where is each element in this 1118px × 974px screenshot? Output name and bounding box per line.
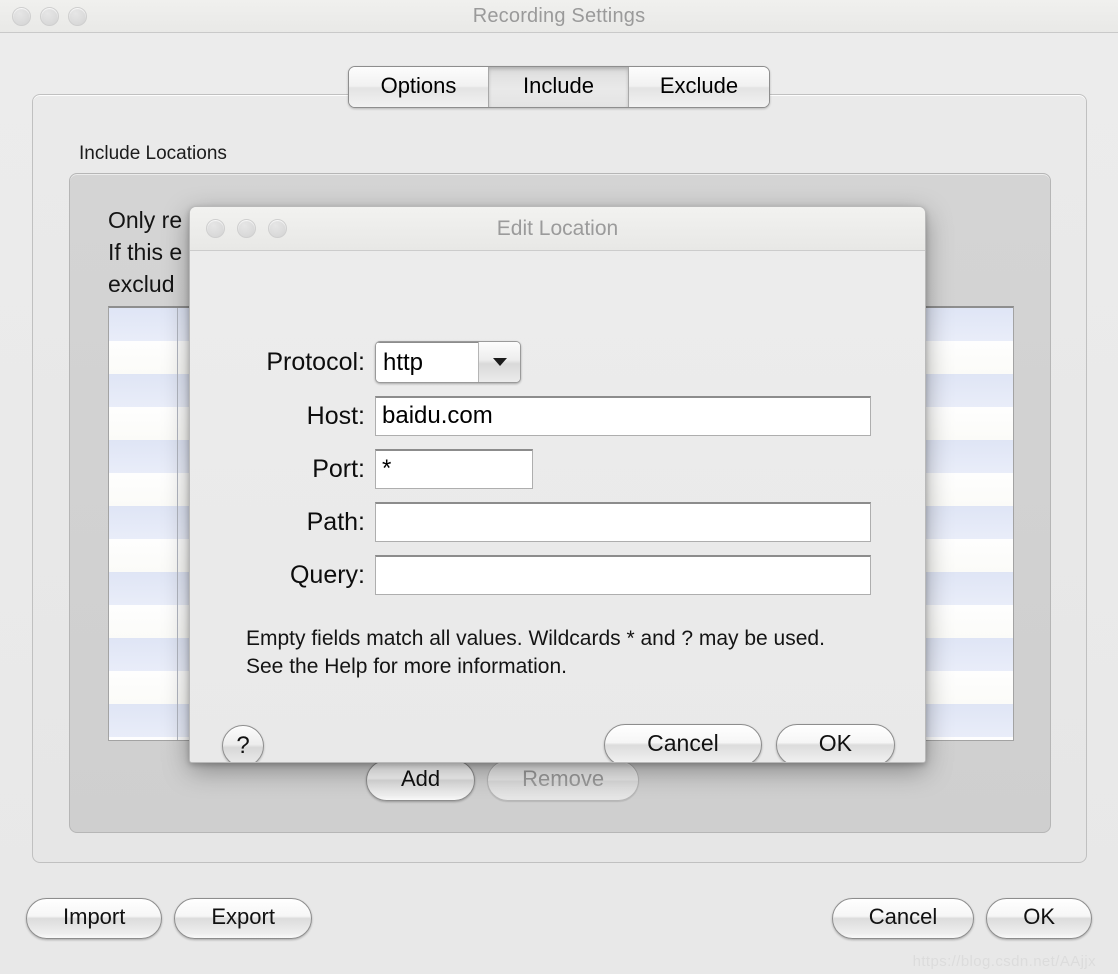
recording-settings-window: Recording Settings Options Include Exclu… [0, 0, 1118, 974]
path-row: Path: [190, 502, 925, 542]
export-button[interactable]: Export [174, 898, 312, 939]
dialog-close-button-icon[interactable] [206, 219, 225, 238]
protocol-row: Protocol: http [190, 341, 925, 383]
host-input[interactable]: baidu.com [375, 396, 871, 436]
watermark: https://blog.csdn.net/AAjjx [912, 953, 1096, 970]
path-label: Path: [306, 507, 365, 536]
chevron-down-icon [478, 342, 520, 382]
tab-exclude[interactable]: Exclude [629, 67, 769, 107]
dialog-button-group: Cancel OK [604, 724, 895, 762]
help-button[interactable]: ? [222, 725, 264, 762]
protocol-label: Protocol: [266, 347, 365, 376]
include-locations-label: Include Locations [79, 143, 227, 164]
host-label: Host: [306, 401, 365, 430]
port-input[interactable]: * [375, 449, 533, 489]
dialog-hint-line-1: Empty fields match all values. Wildcards… [246, 627, 825, 650]
path-input[interactable] [375, 502, 871, 542]
dialog-body: Protocol: http Host: baidu.com Port: * P… [190, 251, 925, 762]
dialog-cancel-button[interactable]: Cancel [604, 724, 762, 762]
window-title: Recording Settings [472, 5, 646, 27]
tab-bar: Options Include Exclude [0, 66, 1118, 108]
tab-options[interactable]: Options [349, 67, 489, 107]
bottom-right-buttons: Cancel OK [831, 898, 1092, 939]
add-remove-button-group: Add Remove [366, 760, 640, 801]
tab-group: Options Include Exclude [348, 66, 770, 108]
import-button[interactable]: Import [26, 898, 163, 939]
close-button-icon[interactable] [12, 7, 31, 26]
window-titlebar: Recording Settings [0, 0, 1118, 33]
dialog-hint-line-2: See the Help for more information. [246, 655, 567, 678]
add-button[interactable]: Add [366, 760, 476, 801]
cancel-button[interactable]: Cancel [831, 898, 975, 939]
dialog-titlebar: Edit Location [190, 207, 925, 251]
port-label: Port: [312, 454, 365, 483]
dialog-title: Edit Location [496, 217, 619, 240]
dialog-zoom-button-icon[interactable] [268, 219, 287, 238]
edit-location-form: Protocol: http Host: baidu.com Port: * P… [190, 341, 925, 608]
ok-button[interactable]: OK [986, 898, 1092, 939]
protocol-select-value: http [376, 342, 478, 382]
edit-location-dialog: Edit Location Protocol: http Host: baidu… [189, 206, 926, 763]
window-traffic-lights [12, 7, 87, 26]
tab-include[interactable]: Include [489, 67, 629, 107]
bottom-left-buttons: Import Export [26, 898, 312, 939]
minimize-button-icon[interactable] [40, 7, 59, 26]
remove-button: Remove [487, 760, 640, 801]
host-row: Host: baidu.com [190, 396, 925, 436]
dialog-hint-text: Empty fields match all values. Wildcards… [246, 625, 825, 681]
zoom-button-icon[interactable] [68, 7, 87, 26]
dialog-minimize-button-icon[interactable] [237, 219, 256, 238]
dialog-ok-button[interactable]: OK [775, 724, 895, 762]
query-label: Query: [289, 560, 365, 589]
dialog-traffic-lights [206, 219, 287, 238]
protocol-select[interactable]: http [375, 341, 521, 383]
table-column-divider[interactable] [177, 308, 178, 740]
port-row: Port: * [190, 449, 925, 489]
query-row: Query: [190, 555, 925, 595]
query-input[interactable] [375, 555, 871, 595]
